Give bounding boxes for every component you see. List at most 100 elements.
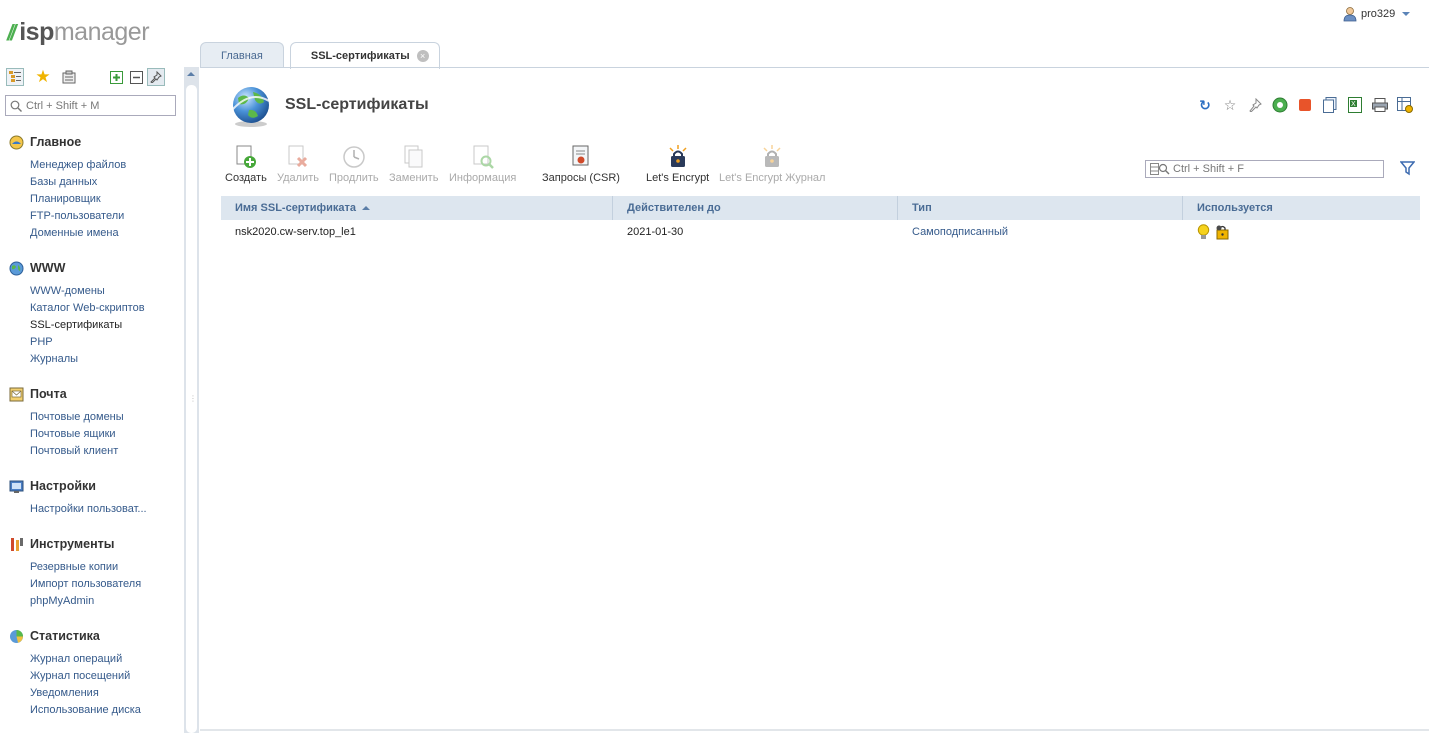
sidebar-item-php[interactable]: PHP — [30, 334, 180, 351]
sidebar-item-ftp-users[interactable]: FTP-пользователи — [30, 208, 180, 225]
tab-home[interactable]: Главная — [200, 42, 284, 68]
sidebar-item-user-settings[interactable]: Настройки пользоват... — [30, 501, 180, 518]
nav-group-header[interactable]: Настройки — [8, 476, 180, 496]
renew-button[interactable]: Продлить — [329, 144, 379, 184]
column-header-name[interactable]: Имя SSL-сертификата — [221, 196, 613, 220]
nav-group-header[interactable]: Почта — [8, 384, 180, 404]
chevron-down-icon — [1402, 12, 1411, 16]
replace-icon — [401, 144, 427, 170]
nav-group-header[interactable]: Инструменты — [8, 534, 180, 554]
excel-export-icon[interactable]: X — [1346, 96, 1364, 114]
mail-icon — [8, 386, 24, 402]
bottom-border — [200, 729, 1429, 731]
renew-label: Продлить — [329, 172, 379, 184]
sidebar-item-disk-usage[interactable]: Использование диска — [30, 702, 180, 719]
letsencrypt-button[interactable]: Let's Encrypt — [646, 144, 709, 184]
nav-group-title: Статистика — [30, 629, 100, 643]
home-icon — [8, 134, 24, 150]
nav-group-title: Главное — [30, 135, 82, 149]
sidebar-search-input[interactable]: Ctrl + Shift + M — [5, 95, 176, 116]
sidebar-item-phpmyadmin[interactable]: phpMyAdmin — [30, 593, 180, 610]
expand-all-icon[interactable] — [107, 68, 125, 86]
letsencrypt-log-button[interactable]: Let's Encrypt Журнал — [719, 144, 825, 184]
user-name: pro329 — [1361, 8, 1396, 20]
nav-group-header[interactable]: Главное — [8, 132, 180, 152]
stop-icon[interactable] — [1296, 96, 1314, 114]
csr-button[interactable]: Запросы (CSR) — [542, 144, 620, 184]
lock-icon — [665, 144, 691, 170]
scroll-up-icon[interactable] — [187, 72, 195, 76]
replace-label: Заменить — [389, 172, 439, 184]
sidebar-item-mail-domains[interactable]: Почтовые домены — [30, 409, 180, 426]
table-filter-input[interactable]: Ctrl + Shift + F — [1145, 160, 1384, 178]
nav-group-stats: Статистика Журнал операций Журнал посеще… — [8, 626, 180, 719]
sidebar-item-user-import[interactable]: Импорт пользователя — [30, 576, 180, 593]
bookmark-star-icon[interactable]: ☆ — [1221, 96, 1239, 114]
copy-icon[interactable] — [1321, 96, 1339, 114]
nav-group-header[interactable]: Статистика — [8, 626, 180, 646]
column-header-label: Тип — [912, 202, 932, 214]
create-button[interactable]: Создать — [225, 144, 267, 184]
tree-view-icon[interactable] — [6, 68, 24, 86]
user-menu[interactable]: pro329 — [1343, 6, 1411, 22]
table-row[interactable]: nsk2020.cw-serv.top_le1 2021-01-30 Самоп… — [221, 222, 1420, 242]
sidebar-item-www-domains[interactable]: WWW-домены — [30, 283, 180, 300]
nav-group-title: Инструменты — [30, 537, 115, 551]
logo-isp: isp — [19, 18, 54, 46]
sidebar-item-logs[interactable]: Журналы — [30, 351, 180, 368]
web-link-icon[interactable] — [1271, 96, 1289, 114]
pin-icon[interactable] — [1246, 96, 1264, 114]
resize-grip-icon[interactable]: ⋮ — [189, 394, 197, 403]
filter-icon[interactable] — [1400, 161, 1415, 176]
sidebar-item-scheduler[interactable]: Планировщик — [30, 191, 180, 208]
collapse-all-icon[interactable] — [127, 68, 145, 86]
nav-group-header[interactable]: WWW — [8, 258, 180, 278]
sidebar-item-domain-names[interactable]: Доменные имена — [30, 225, 180, 242]
info-button[interactable]: Информация — [449, 144, 516, 184]
info-label: Информация — [449, 172, 517, 184]
scrollbar-thumb[interactable] — [186, 85, 197, 733]
tab-label: SSL-сертификаты — [310, 50, 410, 62]
column-header-used[interactable]: Используется — [1183, 196, 1420, 220]
cell-type: Самоподписанный — [912, 226, 1009, 238]
replace-button[interactable]: Заменить — [389, 144, 438, 184]
sidebar-scrollbar[interactable]: ⋮ — [184, 67, 199, 733]
create-icon — [233, 144, 259, 170]
sidebar-item-visit-log[interactable]: Журнал посещений — [30, 668, 180, 685]
delete-label: Удалить — [277, 172, 319, 184]
sidebar-search-placeholder: Ctrl + Shift + M — [26, 99, 100, 112]
sidebar-item-ssl-certificates[interactable]: SSL-сертификаты — [30, 317, 180, 334]
sidebar-item-backups[interactable]: Резервные копии — [30, 559, 180, 576]
tab-ssl-certificates[interactable]: SSL-сертификаты × — [289, 42, 440, 69]
sidebar-item-web-scripts[interactable]: Каталог Web-скриптов — [30, 300, 180, 317]
delete-button[interactable]: Удалить — [277, 144, 319, 184]
column-header-valid-until[interactable]: Действителен до — [613, 196, 898, 220]
pin-icon[interactable] — [147, 68, 165, 86]
sidebar-nav: Главное Менеджер файлов Базы данных План… — [8, 132, 180, 733]
print-icon[interactable] — [1371, 96, 1389, 114]
cell-name: nsk2020.cw-serv.top_le1 — [235, 226, 356, 238]
sidebar-item-notifications[interactable]: Уведомления — [30, 685, 180, 702]
refresh-icon[interactable]: ↻ — [1196, 96, 1214, 114]
info-icon — [470, 144, 496, 170]
sidebar-item-mail-client[interactable]: Почтовый клиент — [30, 443, 180, 460]
column-header-type[interactable]: Тип — [898, 196, 1183, 220]
page-actions: ↻ ☆ X — [1196, 96, 1414, 114]
sidebar-item-file-manager[interactable]: Менеджер файлов — [30, 157, 180, 174]
clipboard-icon[interactable] — [60, 68, 78, 86]
nav-group-settings: Настройки Настройки пользоват... — [8, 476, 180, 518]
logo-mark-icon: // — [7, 20, 16, 45]
create-label: Создать — [225, 172, 267, 184]
table-settings-icon[interactable] — [1396, 96, 1414, 114]
tab-label: Главная — [221, 49, 263, 62]
settings-icon — [8, 478, 24, 494]
logo: // isp manager — [7, 18, 150, 46]
favorites-star-icon[interactable]: ★ — [34, 67, 52, 86]
sidebar-item-operation-log[interactable]: Журнал операций — [30, 651, 180, 668]
globe-icon — [8, 260, 24, 276]
sidebar-item-databases[interactable]: Базы данных — [30, 174, 180, 191]
close-icon[interactable]: × — [416, 50, 429, 62]
nav-group-tools: Инструменты Резервные копии Импорт польз… — [8, 534, 180, 610]
sidebar-item-mailboxes[interactable]: Почтовые ящики — [30, 426, 180, 443]
logo-manager: manager — [53, 18, 150, 46]
